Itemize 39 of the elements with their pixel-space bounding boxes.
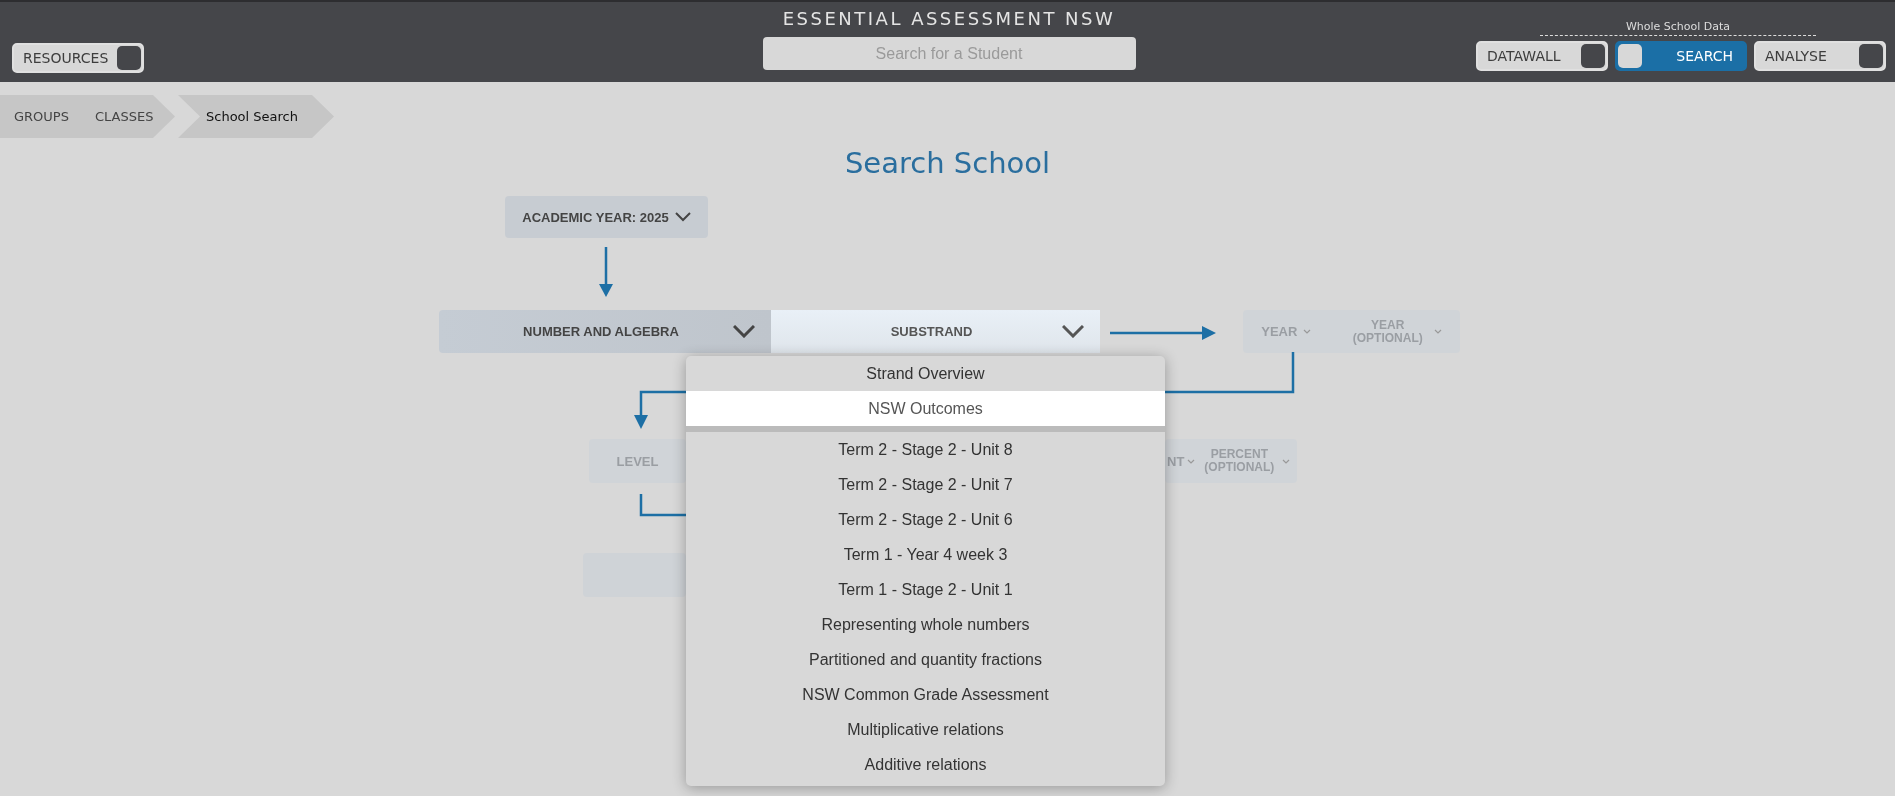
breadcrumb-current[interactable]: School Search <box>178 95 334 138</box>
connector-line <box>639 494 689 518</box>
chevron-down-icon <box>733 325 755 338</box>
chevron-down-icon <box>1187 458 1196 464</box>
strand-dropdown[interactable]: NUMBER AND ALGEBRA <box>439 310 771 353</box>
down-arrow <box>599 247 613 297</box>
resources-toggle[interactable]: RESOURCES <box>12 43 144 73</box>
toggle-knob-icon <box>117 46 141 70</box>
toggle-knob-icon <box>1618 44 1642 68</box>
chevron-down-icon <box>1282 458 1291 464</box>
menu-option[interactable]: Term 2 - Stage 2 - Unit 7 <box>686 467 1165 502</box>
page-title: Search School <box>843 146 1052 180</box>
chevron-down-icon <box>674 212 691 222</box>
menu-option[interactable]: Representing whole numbers <box>686 607 1165 642</box>
menu-option[interactable]: Multiplicative relations <box>686 712 1165 747</box>
substrand-dropdown[interactable]: SUBSTRAND <box>771 310 1100 353</box>
chevron-down-icon <box>1433 329 1442 334</box>
menu-option[interactable]: Additive relations <box>686 747 1165 782</box>
mode-toggle[interactable]: ANALYSE <box>1754 41 1886 71</box>
academic-year-dropdown[interactable]: ACADEMIC YEAR: 2025 <box>505 196 708 238</box>
whole-school-data-label: Whole School Data <box>1540 20 1816 36</box>
menu-option[interactable]: Term 1 - Stage 2 - Unit 1 <box>686 572 1165 607</box>
chevron-down-icon <box>1303 329 1312 334</box>
toggle-knob-icon <box>1581 44 1605 68</box>
app-title: ESSENTIAL ASSESSMENT NSW <box>782 8 1116 29</box>
mode-toggle[interactable]: DATAWALL <box>1476 41 1608 71</box>
chevron-down-icon <box>1062 325 1084 338</box>
menu-option[interactable]: Strand Overview <box>686 356 1165 391</box>
toggle-knob-icon <box>1859 44 1883 68</box>
menu-option[interactable]: Partitioned and quantity fractions <box>686 642 1165 677</box>
menu-option[interactable]: NSW Common Grade Assessment <box>686 677 1165 712</box>
menu-option[interactable]: NSW Outcomes <box>686 391 1165 426</box>
breadcrumb-link[interactable]: CLASSES <box>94 109 154 124</box>
menu-option[interactable]: Term 2 - Stage 2 - Unit 8 <box>686 432 1165 467</box>
menu-option[interactable]: Term 2 - Stage 2 - Unit 6 <box>686 502 1165 537</box>
mode-toggle[interactable]: SEARCH <box>1615 41 1747 71</box>
breadcrumb-link[interactable]: GROUPS <box>14 109 69 124</box>
menu-option[interactable]: Term 1 - Year 4 week 3 <box>686 537 1165 572</box>
student-search-field[interactable]: Search for a Student <box>762 37 1136 70</box>
